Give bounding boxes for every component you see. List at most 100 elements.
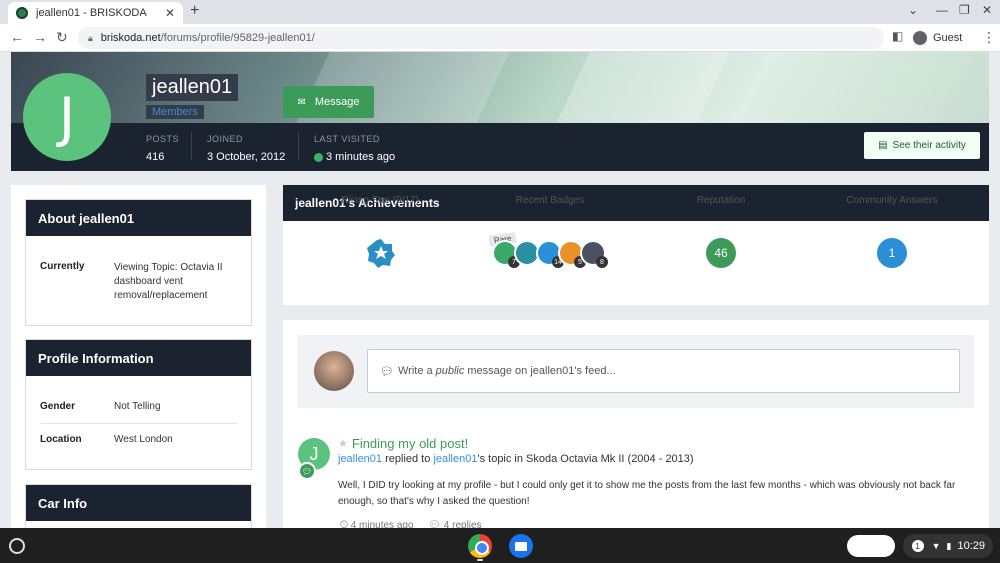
post-time: 4 minutes ago [350,520,414,528]
info-divider [41,423,237,424]
badges-label: Recent Badges [515,195,585,206]
composer-emphasis: public [435,365,465,377]
message-button-label: Message [314,96,360,108]
stat-value: 416 [146,151,165,163]
message-button[interactable]: ✉ Message [283,86,374,118]
follow-star-icon[interactable]: ★ [338,437,348,450]
post-meta: jeallen01 replied to jeallen01's topic i… [338,453,694,465]
composer-suffix: message on jeallen01's feed... [467,365,616,377]
browser-tab[interactable]: jeallen01 - BRISKODA ✕ [8,2,183,24]
answers-value[interactable]: 1 [877,238,907,268]
answers-label: Community Answers [846,195,938,206]
post-title[interactable]: Finding my old post! [352,436,468,451]
stat-value: 3 October, 2012 [207,151,286,163]
post-footer: 🕓︎ 4 minutes ago 💬︎ 4 replies [340,520,482,528]
tab-search-icon[interactable]: ⌄ [908,3,918,17]
clock: 10:29 [957,540,985,552]
location-row: Location West London [25,434,252,448]
url-path: /forums/profile/95829-jeallen01/ [160,32,315,44]
reputation-value[interactable]: 46 [706,238,736,268]
see-activity-label: See their activity [892,140,966,151]
rank-star-icon[interactable] [366,238,396,268]
about-currently-row: Currently Viewing Topic: Octavia II dash… [25,261,252,309]
stat-label: POSTS [146,134,180,144]
clock-icon: 🕓︎ [340,520,348,528]
browser-menu-icon[interactable]: ⋮ [982,29,996,46]
member-group[interactable]: Members [146,105,204,119]
url-host: briskoda.net [100,32,161,44]
browser-tab-strip: jeallen01 - BRISKODA ✕ + ⌄ — ❐ ✕ [0,0,1000,24]
address-bar[interactable]: 🔒︎ briskoda.net/forums/profile/95829-jea… [78,27,884,49]
profile-avatar: J [23,73,111,161]
post-author[interactable]: jeallen01 [338,453,382,465]
back-icon[interactable]: ← [10,29,24,45]
location-value: West London [114,434,173,445]
post-target-user[interactable]: jeallen01 [433,453,477,465]
stat-label: LAST VISITED [314,134,380,144]
page-content: J jeallen01 Members ✉ Message POSTS 416 … [0,52,1000,528]
composer-prefix: Write a [397,365,433,377]
post-type-icon: 💬︎ [298,462,316,480]
gender-value: Not Telling [114,401,161,412]
profile-button[interactable]: Guest [913,28,962,48]
gender-label: Gender [40,401,76,412]
stat-divider [298,132,299,160]
wifi-icon: ▼ [931,541,941,551]
guest-avatar-icon [913,31,927,45]
replies-icon: 💬︎ [428,520,442,528]
car-info-card: Car Info [25,484,252,528]
stat-posts: POSTS 416 [146,134,179,163]
current-user-avatar [314,351,354,391]
side-panel-icon[interactable]: ◧ [892,29,903,43]
currently-line-3: removal/replacement [114,290,208,301]
running-indicator [477,559,483,561]
chrome-app-icon[interactable] [468,534,492,558]
files-app-icon[interactable] [509,534,533,558]
location-label: Location [40,434,82,445]
status-tray[interactable]: 1 ▼ ▮ 10:29 [903,534,993,558]
stat-joined: JOINED 3 October, 2012 [207,134,285,163]
status-composer: 💬︎ Write a public message on jeallen01's… [297,335,974,408]
car-info-title: Car Info [26,485,251,521]
stat-value: 3 minutes ago [326,151,396,163]
activity-icon: ▤ [878,140,888,151]
stat-last-visited: LAST VISITED 3 minutes ago [314,134,395,163]
currently-label: Currently [40,261,85,272]
forward-icon[interactable]: → [33,29,47,45]
lock-icon: 🔒︎ [88,32,93,43]
badge-5-icon[interactable]: 8 [580,240,608,268]
stat-divider [191,132,192,160]
post-body: Well, I DID try looking at my profile - … [338,480,956,507]
os-shelf: 1 ▼ ▮ 10:29 [0,528,1000,563]
browser-toolbar: ← → ↻ 🔒︎ briskoda.net/forums/profile/958… [0,24,1000,52]
currently-value[interactable]: Viewing Topic: Octavia II dashboard vent… [114,261,223,303]
currently-line-2: dashboard vent [114,276,183,287]
stat-value-wrap: 3 minutes ago [314,151,395,163]
minimize-icon[interactable]: — [936,3,948,17]
new-tab-button[interactable]: + [190,2,199,20]
rank-label: Rising Star (9/17) [341,195,419,206]
site-favicon-icon [16,7,28,19]
tab-close-icon[interactable]: ✕ [165,6,175,20]
launcher-icon[interactable] [9,538,25,554]
currently-line-1: Viewing Topic: Octavia II [114,262,223,273]
post-replies[interactable]: 4 replies [444,520,482,528]
profile-info-title: Profile Information [26,340,251,376]
see-activity-button[interactable]: ▤ See their activity [864,132,980,159]
window-close-icon[interactable]: ✕ [982,3,992,17]
holding-space-icon[interactable] [847,535,895,557]
restore-icon[interactable]: ❐ [959,3,970,17]
reputation-label: Reputation [696,195,746,206]
comment-icon: 💬︎ [380,365,394,378]
tab-title: jeallen01 - BRISKODA [36,7,147,19]
post-action: replied to [385,453,431,465]
notification-count: 1 [911,540,924,552]
online-dot-icon [314,152,323,162]
post-title-row: ★ Finding my old post! [338,436,468,451]
status-input[interactable]: 💬︎ Write a public message on jeallen01's… [367,349,960,393]
badge-count: 8 [596,256,608,268]
battery-icon: ▮ [946,540,952,551]
reload-icon[interactable]: ↻ [56,29,68,46]
profile-username: jeallen01 [146,74,239,101]
gender-row: Gender Not Telling [25,401,252,415]
